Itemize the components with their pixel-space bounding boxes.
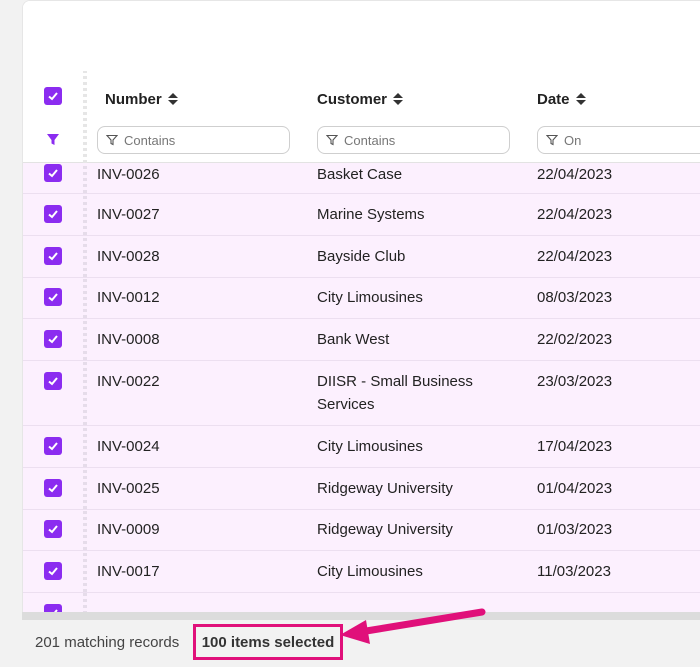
column-label: Date xyxy=(537,90,570,108)
column-header-number[interactable]: Number xyxy=(105,87,178,111)
cell-number: INV-0012 xyxy=(97,289,160,306)
sort-icon[interactable] xyxy=(575,93,586,105)
cell-date: 22/04/2023 xyxy=(537,206,613,223)
cell-customer: Bank West xyxy=(317,331,390,348)
checkmark-icon xyxy=(48,210,58,219)
table-row[interactable]: INV-0009 Ridgeway University 01/03/2023 xyxy=(23,510,700,551)
table-row[interactable]: INV-0028 Bayside Club 22/04/2023 xyxy=(23,236,700,278)
checkmark-icon xyxy=(48,567,58,576)
table-row[interactable]: INV-0024 City Limousines 17/04/2023 xyxy=(23,426,700,468)
annotation-arrow-icon xyxy=(340,608,486,644)
cell-number: INV-0022 xyxy=(97,373,160,390)
funnel-icon xyxy=(326,134,338,146)
table-row[interactable]: INV-0012 City Limousines 08/03/2023 xyxy=(23,278,700,319)
matching-records-count: 201 matching records xyxy=(35,634,180,651)
cell-date: 23/03/2023 xyxy=(537,373,613,390)
data-grid: Number Customer Date Contains Contains O… xyxy=(22,0,700,620)
row-checkbox[interactable] xyxy=(44,288,62,306)
cell-number: INV-0008 xyxy=(97,331,160,348)
row-checkbox[interactable] xyxy=(44,330,62,348)
checkmark-icon xyxy=(48,92,58,101)
cell-customer: DIISR - Small Business Services xyxy=(317,373,473,413)
grid-toolbar xyxy=(23,1,700,71)
cell-number: INV-0027 xyxy=(97,206,160,223)
cell-number: INV-0024 xyxy=(97,438,160,455)
row-checkbox[interactable] xyxy=(44,164,62,182)
funnel-icon xyxy=(106,134,118,146)
grid-body: INV-0026 Basket Case 22/04/2023 INV-0027… xyxy=(23,163,700,613)
cell-date: 11/03/2023 xyxy=(537,563,611,580)
cell-customer: Marine Systems xyxy=(317,206,425,223)
filter-placeholder: Contains xyxy=(124,132,176,148)
cell-number: INV-0017 xyxy=(97,563,160,580)
cell-number: INV-0025 xyxy=(97,480,160,497)
row-checkbox[interactable] xyxy=(44,247,62,265)
funnel-icon xyxy=(546,134,558,146)
column-label: Customer xyxy=(317,90,388,108)
cell-number: INV-0009 xyxy=(97,521,160,538)
cell-customer: Ridgeway University xyxy=(317,480,453,497)
checkmark-icon xyxy=(48,442,58,451)
items-selected-highlight: 100 items selected xyxy=(193,624,343,660)
column-header-date[interactable]: Date xyxy=(537,87,586,111)
row-checkbox[interactable] xyxy=(44,437,62,455)
cell-date: 22/04/2023 xyxy=(537,166,613,183)
checkmark-icon xyxy=(48,525,58,534)
table-row[interactable]: INV-0026 Basket Case 22/04/2023 xyxy=(23,163,700,194)
cell-customer: City Limousines xyxy=(317,563,423,580)
cell-date: 01/03/2023 xyxy=(537,521,613,538)
cell-date: 22/04/2023 xyxy=(537,248,613,265)
items-selected-count: 100 items selected xyxy=(201,633,335,651)
cell-date: 01/04/2023 xyxy=(537,480,613,497)
checkmark-icon xyxy=(48,169,58,178)
cell-date: 08/03/2023 xyxy=(537,289,613,306)
checkmark-icon xyxy=(48,293,58,302)
row-checkbox[interactable] xyxy=(44,205,62,223)
cell-customer: City Limousines xyxy=(317,289,423,306)
checkmark-icon xyxy=(48,484,58,493)
column-label: Number xyxy=(105,90,162,108)
sort-icon[interactable] xyxy=(167,93,178,105)
sort-icon[interactable] xyxy=(393,93,404,105)
checkmark-icon xyxy=(48,377,58,386)
date-filter-input[interactable]: On xyxy=(537,126,700,154)
select-all-checkbox[interactable] xyxy=(44,87,62,105)
row-checkbox[interactable] xyxy=(44,520,62,538)
filter-toggle-icon[interactable] xyxy=(46,133,60,152)
table-row[interactable]: INV-0008 Bank West 22/02/2023 xyxy=(23,319,700,361)
table-row[interactable]: INV-0027 Marine Systems 22/04/2023 xyxy=(23,194,700,236)
cell-customer: Basket Case xyxy=(317,166,403,183)
cell-customer: Bayside Club xyxy=(317,248,406,265)
cell-customer: Ridgeway University xyxy=(317,521,453,538)
grid-header: Number Customer Date Contains Contains O… xyxy=(23,71,700,163)
checkmark-icon xyxy=(48,335,58,344)
checkmark-icon xyxy=(48,252,58,261)
customer-filter-input[interactable]: Contains xyxy=(317,126,510,154)
cell-number: INV-0026 xyxy=(97,166,160,183)
cell-date: 22/02/2023 xyxy=(537,331,613,348)
column-header-customer[interactable]: Customer xyxy=(317,87,404,111)
table-row[interactable]: INV-0025 Ridgeway University 01/04/2023 xyxy=(23,468,700,510)
row-checkbox[interactable] xyxy=(44,479,62,497)
cell-customer: City Limousines xyxy=(317,438,423,455)
column-resize-handle[interactable] xyxy=(83,71,87,163)
row-checkbox[interactable] xyxy=(44,372,62,390)
page: Number Customer Date Contains Contains O… xyxy=(0,0,700,667)
cell-date: 17/04/2023 xyxy=(537,438,613,455)
table-row[interactable]: INV-0017 City Limousines 11/03/2023 xyxy=(23,551,700,593)
table-row[interactable]: INV-0022 DIISR - Small Business Services… xyxy=(23,361,700,426)
number-filter-input[interactable]: Contains xyxy=(97,126,290,154)
cell-number: INV-0028 xyxy=(97,248,160,265)
filter-placeholder: Contains xyxy=(344,132,396,148)
row-checkbox[interactable] xyxy=(44,562,62,580)
filter-placeholder: On xyxy=(564,132,582,148)
